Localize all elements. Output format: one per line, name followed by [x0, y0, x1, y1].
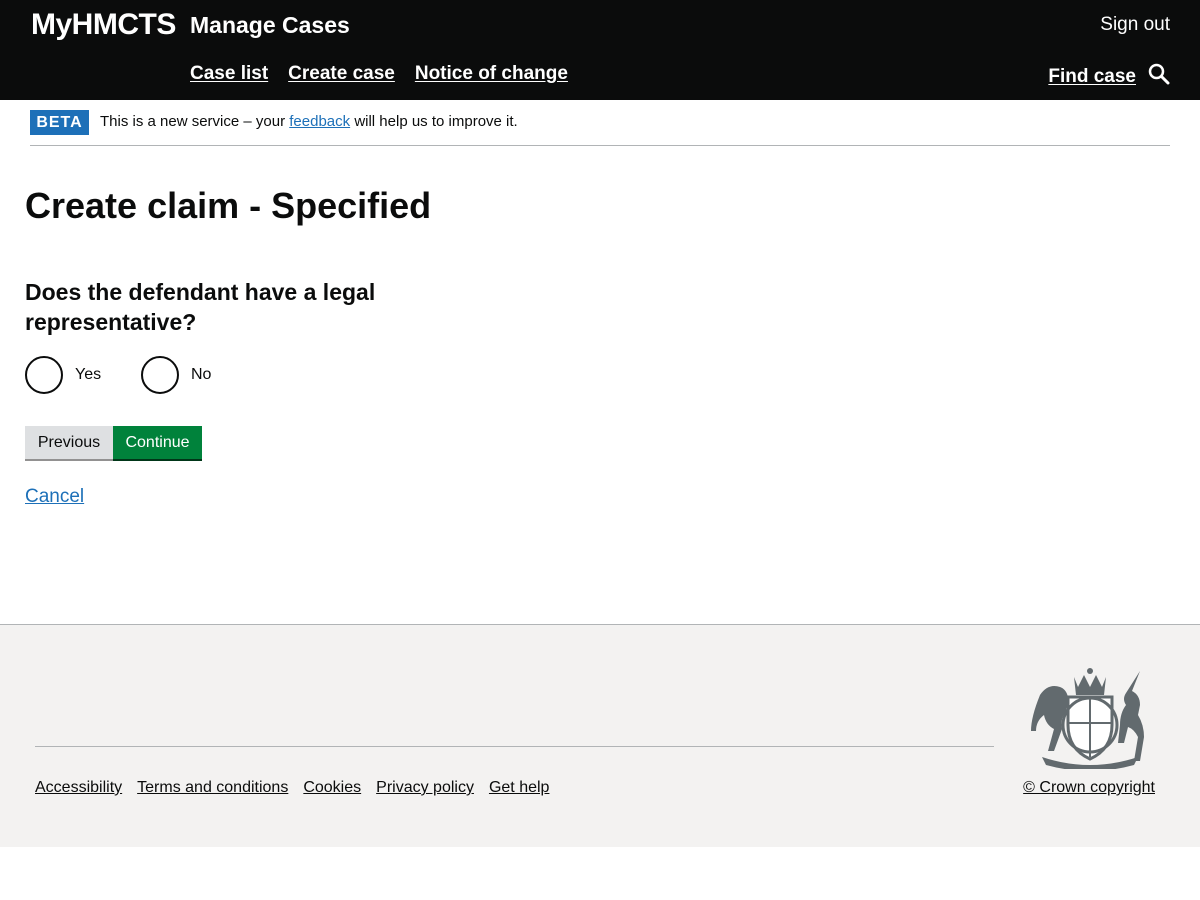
footer-links: Accessibility Terms and conditions Cooki… [35, 779, 549, 797]
nav-create-case[interactable]: Create case [288, 63, 395, 85]
service-name[interactable]: Manage Cases [190, 12, 350, 39]
footer-link-accessibility[interactable]: Accessibility [35, 779, 122, 797]
radio-yes-input[interactable] [25, 356, 63, 394]
footer-link-privacy[interactable]: Privacy policy [376, 779, 474, 797]
nav-notice-of-change[interactable]: Notice of change [415, 63, 568, 85]
continue-button[interactable]: Continue [113, 426, 202, 461]
radio-no-input[interactable] [141, 356, 179, 394]
beta-banner: BETA This is a new service – your feedba… [30, 110, 1170, 146]
crown-copyright-link[interactable]: © Crown copyright [1023, 779, 1155, 797]
beta-text-after: will help us to improve it. [354, 113, 518, 130]
royal-coat-of-arms-icon [1022, 665, 1156, 774]
radio-no[interactable]: No [141, 356, 211, 394]
search-icon[interactable] [1148, 63, 1170, 90]
page-title: Create claim - Specified [25, 185, 432, 226]
radio-yes-label[interactable]: Yes [75, 366, 101, 384]
sign-out-link[interactable]: Sign out [1100, 14, 1170, 36]
radio-no-label[interactable]: No [191, 366, 211, 384]
primary-nav: Case list Create case Notice of change [190, 63, 568, 85]
question-legend: Does the defendant have a legal represen… [25, 279, 376, 335]
footer-link-terms[interactable]: Terms and conditions [137, 779, 288, 797]
beta-text-before: This is a new service – your [100, 113, 286, 130]
brand-logo[interactable]: MyHMCTS [31, 8, 176, 42]
beta-tag: BETA [30, 110, 89, 135]
footer-link-cookies[interactable]: Cookies [303, 779, 361, 797]
cancel-link[interactable]: Cancel [25, 486, 84, 508]
previous-button[interactable]: Previous [25, 426, 113, 461]
footer-link-help[interactable]: Get help [489, 779, 549, 797]
nav-case-list[interactable]: Case list [190, 63, 268, 85]
site-header: MyHMCTS Manage Cases Sign out Case list … [0, 0, 1200, 100]
site-footer: Accessibility Terms and conditions Cooki… [0, 624, 1200, 847]
find-case[interactable]: Find case [1048, 63, 1170, 90]
radio-yes[interactable]: Yes [25, 356, 101, 394]
feedback-link[interactable]: feedback [289, 113, 350, 130]
find-case-link[interactable]: Find case [1048, 66, 1136, 88]
footer-divider [35, 746, 994, 747]
beta-message: This is a new service – your feedback wi… [100, 113, 518, 130]
